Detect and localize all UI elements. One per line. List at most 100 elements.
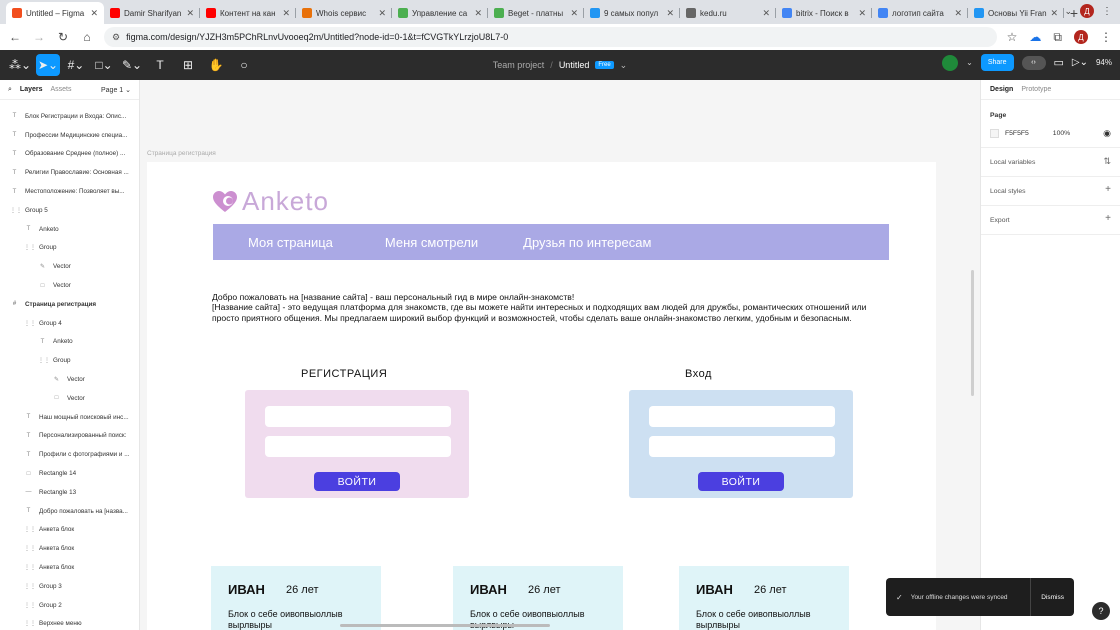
vertical-scrollbar[interactable] [971, 270, 974, 396]
design-frame[interactable]: Anketo Моя страница Меня смотрели Друзья… [147, 162, 936, 630]
layer-row[interactable]: T Профессии Медицинские специа... [0, 126, 139, 145]
page-fill-row[interactable]: F5F5F5 100% ◉ [990, 128, 1111, 139]
dev-mode-toggle[interactable]: ‹› [1021, 55, 1046, 70]
project-name[interactable]: Team project [493, 60, 545, 70]
share-button[interactable]: Share [980, 54, 1014, 71]
url-field[interactable]: ⚙ figma.com/design/YJZH3m5PChRLnvUvooeq2… [104, 27, 997, 47]
file-name[interactable]: Untitled [559, 60, 590, 70]
local-variables-title[interactable]: Local variables [990, 159, 1111, 166]
site-info-icon[interactable]: ⚙ [112, 32, 120, 43]
layer-row[interactable]: T Добро пожаловать на [назва... [0, 502, 139, 521]
hand-tool-icon[interactable]: ✋ [204, 54, 228, 76]
close-icon[interactable]: ✕ [378, 8, 386, 19]
browser-tab[interactable]: 9 самых попул ✕ [584, 2, 680, 24]
help-button[interactable]: ? [1092, 602, 1110, 620]
zoom-level[interactable]: 94% [1096, 58, 1112, 67]
text-tool-icon[interactable]: T [148, 54, 172, 76]
main-menu-icon[interactable]: ⁂⌄ [8, 54, 32, 76]
login-submit-button[interactable]: ВОЙТИ [698, 472, 784, 491]
page-color-value[interactable]: F5F5F5 [1005, 130, 1029, 137]
user-avatar[interactable] [942, 54, 959, 71]
comment-tool-icon[interactable]: ○ [232, 54, 256, 76]
layer-row[interactable]: T Anketo [0, 333, 139, 352]
menu-icon[interactable]: ⋮ [1100, 30, 1112, 44]
add-export-icon[interactable]: + [1105, 213, 1111, 224]
reload-icon[interactable]: ↻ [56, 30, 70, 44]
layer-row[interactable]: # Страница регистрация [0, 295, 139, 314]
layer-row[interactable]: T Блок Регистрации и Входа: Опис... [0, 107, 139, 126]
home-icon[interactable]: ⌂ [80, 30, 94, 44]
close-icon[interactable]: ✕ [186, 8, 194, 19]
profile-card[interactable]: ИВАН 26 лет Блок о себе оивопвыоллыв выр… [453, 566, 623, 630]
canvas[interactable]: Страница регистрация Anketo Моя страница… [140, 80, 980, 630]
login-input-1[interactable] [649, 406, 835, 427]
close-icon[interactable]: ✕ [570, 8, 578, 19]
layer-row[interactable]: T Персонализированный поиск: [0, 427, 139, 446]
browser-tab[interactable]: kedu.ru ✕ [680, 2, 776, 24]
resources-icon[interactable]: ⊞ [176, 54, 200, 76]
browser-tab[interactable]: Beget - платны ✕ [488, 2, 584, 24]
frame-label[interactable]: Страница регистрация [147, 150, 216, 157]
browser-tab[interactable]: bitrix - Поиск в ✕ [776, 2, 872, 24]
layer-row[interactable]: ⋮⋮ Анкета блок [0, 539, 139, 558]
more-icon[interactable]: ⋮ [1102, 6, 1112, 17]
layer-row[interactable]: □ Rectangle 14 [0, 464, 139, 483]
cloud-icon[interactable]: ☁ [1029, 30, 1041, 44]
book-icon[interactable]: ▭ [1054, 56, 1064, 69]
close-icon[interactable]: ✕ [474, 8, 482, 19]
layer-row[interactable]: ⋮⋮ Анкета блок [0, 558, 139, 577]
move-tool-icon[interactable]: ➤⌄ [36, 54, 60, 76]
layer-row[interactable]: ⋮⋮ Group [0, 351, 139, 370]
dismiss-button[interactable]: Dismiss [1030, 578, 1064, 616]
tab-assets[interactable]: Assets [51, 86, 72, 93]
close-icon[interactable]: ✕ [282, 8, 290, 19]
sliders-icon[interactable]: ⇅ [1103, 156, 1111, 167]
tab-layers[interactable]: Layers [20, 86, 43, 93]
browser-tab[interactable]: Untitled – Figma ✕ [6, 2, 104, 24]
nav-item-viewed-me[interactable]: Меня смотрели [385, 235, 478, 250]
browser-tab[interactable]: Контент на кан ✕ [200, 2, 296, 24]
layer-row[interactable]: T Наш мощный поисковый инс... [0, 408, 139, 427]
layer-row[interactable]: □ Vector [0, 276, 139, 295]
layer-row[interactable]: T Образование Среднее (полное) ... [0, 145, 139, 164]
shape-tool-icon[interactable]: □⌄ [92, 54, 116, 76]
register-input-1[interactable] [265, 406, 451, 427]
bookmark-star-icon[interactable]: ☆ [1007, 30, 1018, 44]
horizontal-scrollbar[interactable] [340, 624, 550, 627]
tab-prototype[interactable]: Prototype [1021, 86, 1051, 93]
page-selector[interactable]: Page 1 ⌄ [101, 86, 131, 94]
close-icon[interactable]: ✕ [666, 8, 674, 19]
close-icon[interactable]: ✕ [1050, 8, 1058, 19]
register-input-2[interactable] [265, 436, 451, 457]
layer-row[interactable]: ⋮⋮ Анкета блок [0, 521, 139, 540]
layer-row[interactable]: ⋮⋮ Верхнее меню [0, 615, 139, 630]
layer-row[interactable]: ⋮⋮ Group 3 [0, 577, 139, 596]
close-icon[interactable]: ✕ [762, 8, 770, 19]
page-color-swatch[interactable] [990, 129, 999, 138]
close-icon[interactable]: ✕ [90, 8, 98, 19]
chevron-down-icon[interactable]: ⌄ [1064, 6, 1072, 17]
nav-item-my-page[interactable]: Моя страница [248, 235, 333, 250]
layer-row[interactable]: ⋮⋮ Group 4 [0, 314, 139, 333]
browser-tab[interactable]: Whois сервис ✕ [296, 2, 392, 24]
present-icon[interactable]: ▷⌄ [1072, 57, 1088, 68]
layer-row[interactable]: — Rectangle 13 [0, 483, 139, 502]
layer-row[interactable]: ✎ Vector [0, 370, 139, 389]
close-icon[interactable]: ✕ [858, 8, 866, 19]
layer-row[interactable]: T Профили с фотографиями и ... [0, 445, 139, 464]
browser-tab[interactable]: Damir Sharifyan ✕ [104, 2, 200, 24]
profile-card[interactable]: ИВАН 26 лет Блок о себе оивопвыоллыв выр… [211, 566, 381, 630]
extensions-icon[interactable]: ⧉ [1053, 30, 1062, 45]
pen-tool-icon[interactable]: ✎⌄ [120, 54, 144, 76]
layer-row[interactable]: ⋮⋮ Group [0, 239, 139, 258]
chevron-down-icon[interactable]: ⌄ [620, 60, 628, 71]
search-icon[interactable]: ⌕ [8, 86, 12, 94]
back-icon[interactable]: ← [8, 30, 22, 44]
layer-row[interactable]: T Религии Православие: Основная ... [0, 163, 139, 182]
browser-tab[interactable]: Управление са ✕ [392, 2, 488, 24]
forward-icon[interactable]: → [32, 30, 46, 44]
login-input-2[interactable] [649, 436, 835, 457]
layer-row[interactable]: T Anketo [0, 220, 139, 239]
layer-row[interactable]: ✎ Vector [0, 257, 139, 276]
frame-tool-icon[interactable]: #⌄ [64, 54, 88, 76]
